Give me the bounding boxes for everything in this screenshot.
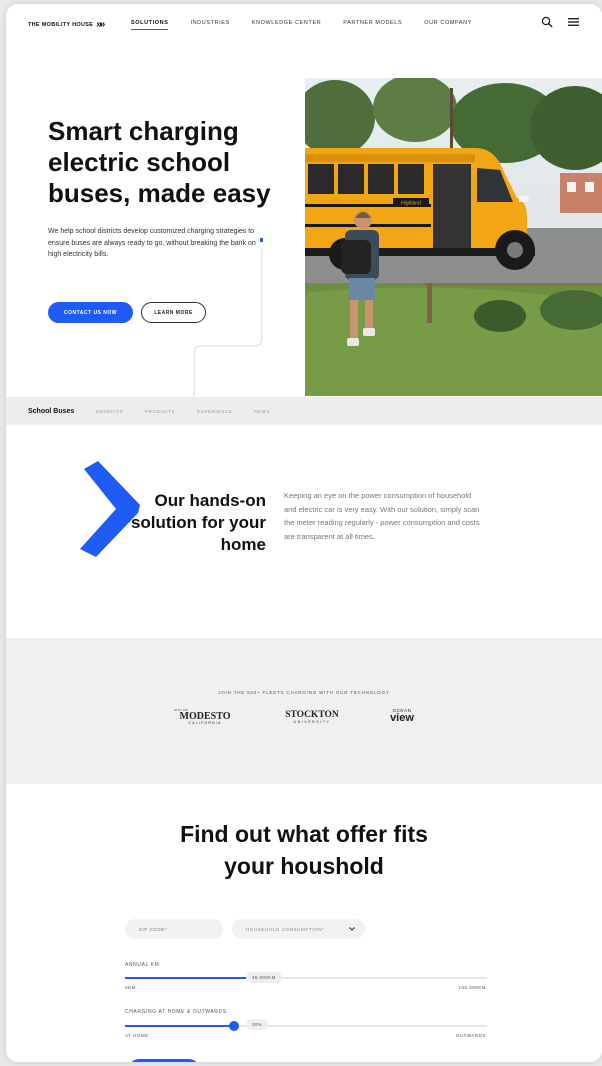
bus-destination-sign: Highland — [401, 201, 421, 207]
client-logo-name: view — [390, 712, 414, 724]
nav-item-knowledge-center[interactable]: KNOWLEDGE CENTER — [252, 20, 322, 30]
brand-logo[interactable]: THE MOBILITY HOUSE »» — [28, 19, 105, 30]
nav-item-partner-models[interactable]: PARTNER MODELS — [343, 20, 402, 30]
charging-value: 30% — [246, 1019, 269, 1030]
client-logo-name: MODESTO — [179, 711, 231, 722]
menu-icon[interactable] — [566, 15, 580, 29]
subnav-item-news[interactable]: NEWS — [254, 409, 270, 414]
feature-description: Keeping an eye on the power consumption … — [284, 491, 480, 541]
brand-name: THE MOBILITY HOUSE — [28, 21, 94, 28]
charging-max: OUTWARDS — [455, 1033, 486, 1038]
subnav-item-experience[interactable]: EXPERIENCE — [197, 409, 232, 414]
hero-photo-school-bus: Highland — [305, 78, 602, 396]
contact-us-button[interactable]: CONTACT US NOW — [48, 302, 133, 323]
subnav-title[interactable]: School Buses — [28, 408, 74, 415]
zip-code-input[interactable] — [125, 919, 223, 939]
nav-item-our-company[interactable]: OUR COMPANY — [424, 20, 472, 30]
hero-title: Smart charging electric school buses, ma… — [48, 116, 271, 208]
offer-title-text: Find out what offer fits your houshold — [180, 821, 428, 879]
client-logo-modesto: CITY OF MODESTO CALIFORNIA — [174, 708, 236, 725]
charging-min: AT HOME — [125, 1033, 149, 1038]
search-icon[interactable] — [540, 15, 554, 29]
clients-title: JOIN THE 500+ FLEETS CHARGING WITH OUR T… — [218, 690, 390, 695]
annual-km-min: 0KM — [125, 985, 136, 990]
charging-thumb[interactable] — [228, 1021, 239, 1031]
nav-icons — [540, 15, 580, 29]
client-logo-name: STOCKTON — [285, 710, 339, 720]
annual-km-value: 35.000KM — [246, 972, 282, 983]
charging-slider[interactable] — [125, 1021, 487, 1031]
client-logo-sub: UNIVERSITY — [293, 720, 331, 724]
charging-fill — [125, 1025, 234, 1027]
page-frame: THE MOBILITY HOUSE »» SOLUTIONS INDUSTRI… — [6, 4, 602, 1062]
annual-km-max: 100.000KM — [458, 985, 486, 990]
feature-title: Our hands-on solution for your home — [130, 491, 266, 554]
hero-description: We help school districts develop customi… — [48, 228, 256, 258]
annual-km-fill — [125, 977, 252, 979]
nav-item-solutions[interactable]: SOLUTIONS — [131, 20, 169, 30]
household-consumption-select[interactable]: HOUSEHOLD CONSUMPTION* — [232, 919, 365, 939]
brand-mark-icon: »» — [96, 19, 105, 30]
main-nav: SOLUTIONS INDUSTRIES KNOWLEDGE CENTER PA… — [131, 20, 494, 30]
subnav-item-benefits[interactable]: BENEFITS — [96, 409, 123, 414]
annual-km-label: ANNUAL KM — [125, 962, 160, 968]
top-navigation: THE MOBILITY HOUSE »» SOLUTIONS INDUSTRI… — [6, 4, 602, 44]
client-logo-ocean-view: OCEAN view — [384, 708, 420, 724]
subnav-item-products[interactable]: PRODUCTS — [145, 409, 175, 414]
offer-title: Find out what offer fits your houshold — [6, 818, 602, 882]
chevron-down-icon — [349, 927, 355, 931]
offer-submit-button[interactable] — [129, 1059, 199, 1062]
section-subnav: School Buses BENEFITS PRODUCTS EXPERIENC… — [6, 397, 602, 425]
annual-km-slider[interactable] — [125, 973, 487, 983]
client-logo-stockton: STOCKTON UNIVERSITY — [280, 710, 344, 724]
nav-item-industries[interactable]: INDUSTRIES — [190, 20, 229, 30]
household-consumption-label: HOUSEHOLD CONSUMPTION* — [246, 926, 325, 932]
charging-label: CHARGING AT HOME & OUTWARDS — [125, 1009, 227, 1015]
learn-more-button[interactable]: LEARN MORE — [141, 302, 206, 323]
